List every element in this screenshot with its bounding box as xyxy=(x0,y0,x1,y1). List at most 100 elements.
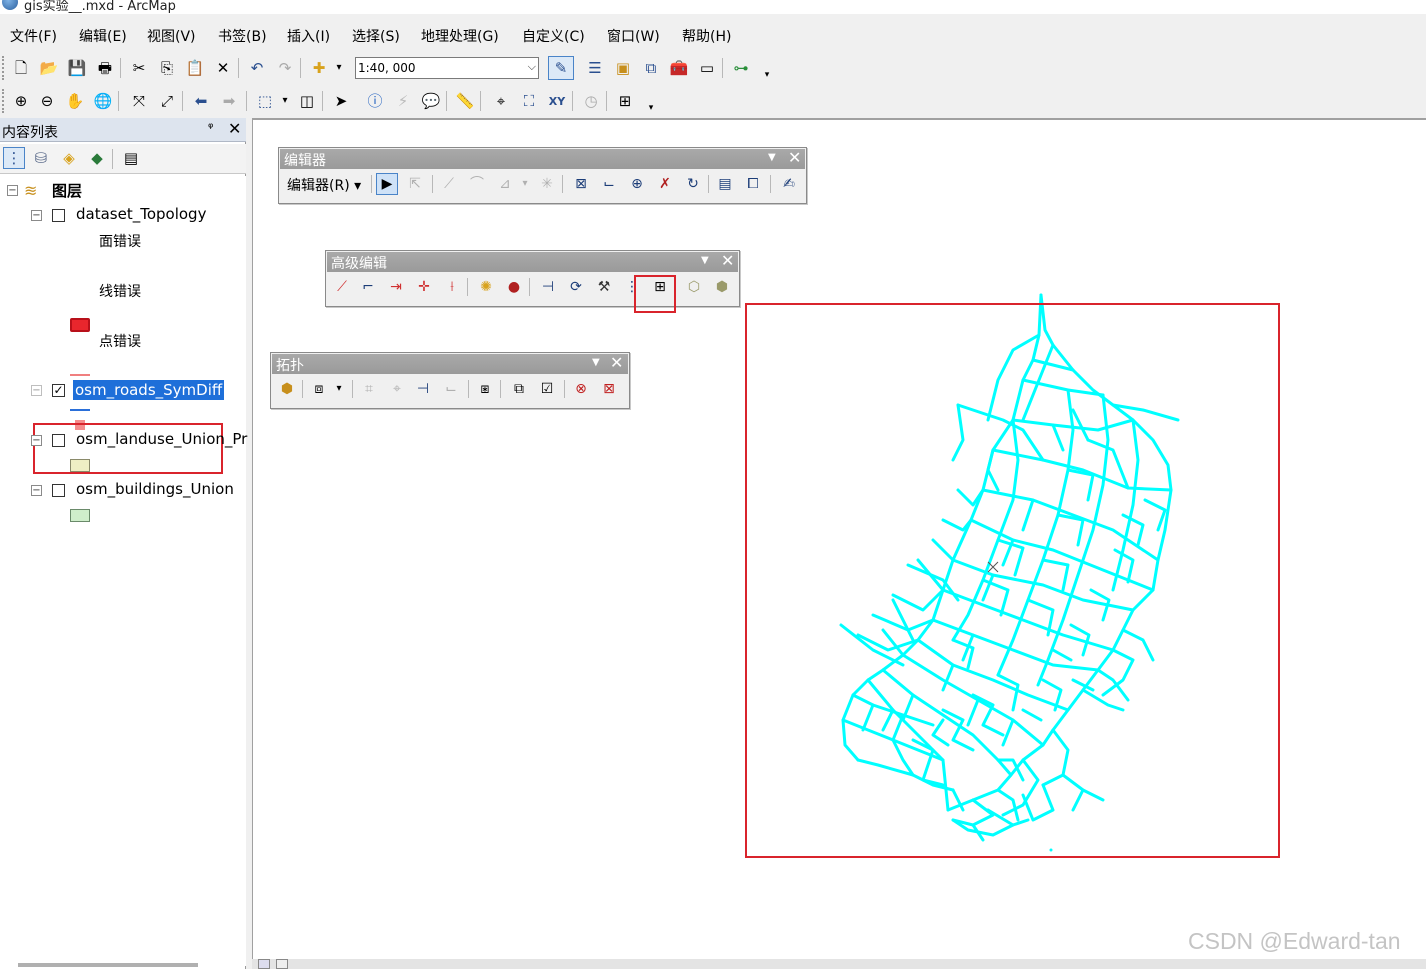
list-by-drawing-order-icon[interactable]: ⋮ xyxy=(3,147,25,169)
fix-topology-error-icon[interactable]: ⊗ xyxy=(570,378,592,400)
dropdown-icon[interactable]: ▾ xyxy=(328,378,350,400)
construct-geodetic-icon[interactable]: ● xyxy=(503,276,525,298)
open-folder-icon[interactable]: 📂 xyxy=(38,57,60,79)
add-data-icon[interactable]: ✚ xyxy=(308,57,330,79)
attributes-icon[interactable]: ▤ xyxy=(714,173,736,195)
toc-options-icon[interactable]: ▤ xyxy=(120,147,142,169)
full-extent-globe-icon[interactable]: 🌐 xyxy=(92,90,114,112)
menu-customize[interactable]: 自定义(C) xyxy=(522,26,585,46)
map-topology-icon[interactable]: ⬢ xyxy=(276,378,298,400)
zoom-in-icon[interactable]: ⊕ xyxy=(10,90,32,112)
edit-tool-arrow-icon[interactable]: ▶ xyxy=(376,173,398,195)
editor-menu-button[interactable]: 编辑器(R) ▾ xyxy=(287,175,361,195)
edit-vertices-icon[interactable]: ⊠ xyxy=(570,173,592,195)
map-scale-input[interactable] xyxy=(356,59,516,77)
collapse-icon[interactable]: − xyxy=(31,435,42,446)
cut-polygons-icon[interactable]: ⊕ xyxy=(626,173,648,195)
menu-edit[interactable]: 编辑(E) xyxy=(79,26,127,46)
collapse-icon[interactable]: − xyxy=(31,485,42,496)
sketch-properties-icon[interactable]: ⧠ xyxy=(742,173,764,195)
arctoolbox-icon[interactable]: 🧰 xyxy=(668,57,690,79)
catalog-window-icon[interactable]: ▣ xyxy=(612,57,634,79)
trace-icon[interactable]: ⊿ xyxy=(494,173,516,195)
line-intersection-icon[interactable]: ⟊ xyxy=(441,276,463,298)
menu-help[interactable]: 帮助(H) xyxy=(682,26,731,46)
layer-name-selected[interactable]: osm_roads_SymDiff xyxy=(73,380,225,400)
editor-toolbar-header[interactable]: 编辑器 ▼ ✕ xyxy=(280,148,805,169)
back-arrow-icon[interactable]: ⬅ xyxy=(190,90,212,112)
hyperlink-icon[interactable]: ⚡ xyxy=(392,90,414,112)
copy-icon[interactable]: ⎘ xyxy=(156,57,178,79)
menu-selection[interactable]: 选择(S) xyxy=(352,26,400,46)
create-viewer-window-icon[interactable]: ⊞ xyxy=(614,90,636,112)
trim-icon[interactable]: ✛ xyxy=(413,276,435,298)
layer-name[interactable]: osm_buildings_Union xyxy=(76,480,234,498)
fixed-zoom-in-icon[interactable]: ⤧ xyxy=(128,90,150,112)
select-elements-arrow-icon[interactable]: ➤ xyxy=(330,90,352,112)
close-icon[interactable]: ✕ xyxy=(228,119,241,138)
close-icon[interactable]: ✕ xyxy=(788,148,801,167)
data-view-icon[interactable] xyxy=(258,959,270,969)
collapse-icon[interactable]: − xyxy=(7,185,18,196)
model-builder-icon[interactable]: ⊶ xyxy=(730,57,752,79)
map-scale-combobox[interactable]: ⌵ xyxy=(355,57,539,79)
extend-icon[interactable]: ⇥ xyxy=(385,276,407,298)
toolbar-overflow-icon[interactable]: ▾ xyxy=(640,97,662,119)
find-binoculars-icon[interactable]: ⌖ xyxy=(490,90,512,112)
menu-bookmarks[interactable]: 书签(B) xyxy=(218,26,267,46)
new-document-icon[interactable]: 🗋 xyxy=(10,57,32,79)
go-to-xy-icon[interactable]: XY xyxy=(546,90,568,112)
chevron-down-icon[interactable]: ▼ xyxy=(592,357,600,368)
split-polygons-icon[interactable]: ⬡ xyxy=(683,276,705,298)
menu-view[interactable]: 视图(V) xyxy=(147,26,196,46)
menu-insert[interactable]: 插入(I) xyxy=(287,26,330,46)
union-polygons-icon[interactable]: ⬢ xyxy=(711,276,733,298)
pin-icon[interactable]: ᵠ xyxy=(208,121,213,136)
explode-multipart-icon[interactable]: ✺ xyxy=(475,276,497,298)
layout-view-icon[interactable] xyxy=(276,959,288,969)
validate-topology-icon[interactable]: ⧉ xyxy=(508,378,530,400)
error-inspector-icon[interactable]: ⊠ xyxy=(598,378,620,400)
undo-icon[interactable]: ↶ xyxy=(246,57,268,79)
pan-hand-icon[interactable]: ✋ xyxy=(64,90,86,112)
advanced-editing-toolbar-header[interactable]: 高级编辑 ▼ ✕ xyxy=(327,251,738,272)
clear-selection-icon[interactable]: ◫ xyxy=(296,90,318,112)
save-icon[interactable]: 💾 xyxy=(66,57,88,79)
select-features-icon[interactable]: ⬚ xyxy=(254,90,276,112)
edit-annotation-icon[interactable]: ⇱ xyxy=(404,173,426,195)
endpoint-arc-icon[interactable]: ⌒ xyxy=(466,173,488,195)
topology-edit-tool-icon[interactable]: ⧈ xyxy=(308,378,330,400)
python-window-icon[interactable]: ▭ xyxy=(696,57,718,79)
add-data-dropdown-icon[interactable]: ▾ xyxy=(328,57,350,79)
list-by-selection-icon[interactable]: ◆ xyxy=(86,147,108,169)
print-icon[interactable]: 🖶 xyxy=(94,57,116,79)
replace-geometry-icon[interactable]: ⟳ xyxy=(565,276,587,298)
list-by-source-icon[interactable]: ⛁ xyxy=(30,147,52,169)
search-window-icon[interactable]: ⧉ xyxy=(640,57,662,79)
construct-polygons-icon[interactable]: ⧆ xyxy=(474,378,496,400)
list-by-visibility-icon[interactable]: ◈ xyxy=(58,147,80,169)
forward-arrow-icon[interactable]: ➡ xyxy=(218,90,240,112)
validate-in-extent-icon[interactable]: ⌙ xyxy=(440,378,462,400)
menu-geoprocessing[interactable]: 地理处理(G) xyxy=(421,26,499,46)
fillet-icon[interactable]: ⌐ xyxy=(357,276,379,298)
align-to-shape-icon[interactable]: ⊣ xyxy=(537,276,559,298)
chevron-down-icon[interactable]: ▼ xyxy=(701,255,709,266)
validate-check-icon[interactable]: ☑ xyxy=(536,378,558,400)
collapse-icon[interactable]: − xyxy=(31,210,42,221)
straight-segment-icon[interactable]: ⟋ xyxy=(438,173,460,195)
construct-features-icon[interactable]: ⌖ xyxy=(386,378,408,400)
measure-icon[interactable]: 📏 xyxy=(454,90,476,112)
cut-icon[interactable]: ✂ xyxy=(128,57,150,79)
delete-icon[interactable]: ✕ xyxy=(212,57,234,79)
close-icon[interactable]: ✕ xyxy=(721,251,734,270)
layer-visibility-checkbox[interactable]: ✓ xyxy=(52,384,65,397)
rotate-tool-icon[interactable]: ↻ xyxy=(682,173,704,195)
split-tool-icon[interactable]: ✗ xyxy=(654,173,676,195)
dropdown-icon[interactable]: ▾ xyxy=(514,173,536,195)
zoom-out-icon[interactable]: ⊖ xyxy=(36,90,58,112)
chevron-down-icon[interactable]: ▼ xyxy=(768,152,776,163)
toolbar-grip[interactable] xyxy=(2,56,6,80)
layer-name[interactable]: dataset_Topology xyxy=(76,205,206,223)
editor-toolbar-toggle-icon[interactable]: ✎ xyxy=(548,56,574,80)
